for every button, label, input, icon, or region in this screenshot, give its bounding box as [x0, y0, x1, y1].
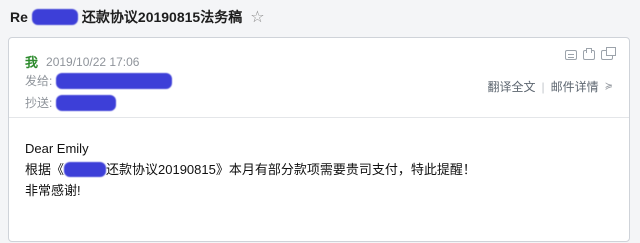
mail-header: 我 2019/10/22 17:06 发给: 抄送: 翻译全文 | 邮件详情 ≽	[9, 38, 629, 150]
action-separator: |	[541, 79, 545, 94]
print-icon[interactable]	[583, 48, 595, 60]
translate-link[interactable]: 翻译全文	[487, 78, 535, 95]
document-icon[interactable]	[565, 50, 577, 60]
header-actions: 翻译全文 | 邮件详情 ≽	[487, 78, 613, 95]
toolbar-icons	[565, 47, 616, 60]
subject-text: 还款协议20190815法务稿	[81, 9, 243, 25]
sender-line: 我 2019/10/22 17:06	[25, 52, 139, 71]
details-link[interactable]: 邮件详情	[551, 78, 599, 95]
body-greeting: Dear Emily	[25, 141, 89, 156]
body-thanks: 非常感谢!	[25, 183, 81, 198]
body-line-2: 根据《 还款协议20190815》本月有部分款项需要贵司支付，特此提醒！	[25, 159, 613, 180]
to-field: 发给:	[25, 72, 173, 89]
mail-card: 我 2019/10/22 17:06 发给: 抄送: 翻译全文 | 邮件详情 ≽…	[8, 37, 630, 242]
new-window-icon[interactable]	[601, 47, 616, 60]
redaction-subject	[31, 9, 78, 25]
star-icon[interactable]: ☆	[250, 7, 264, 27]
sent-datetime: 2019/10/22 17:06	[46, 54, 140, 69]
chevron-down-icon[interactable]: ≽	[605, 81, 613, 92]
body-line-2-start: 根据《	[25, 162, 65, 177]
mail-subject: Re 还款协议20190815法务稿 ☆	[10, 6, 265, 28]
body-line-2-end: 还款协议20190815》本月有部分款项需要贵司支付，特此提醒！	[106, 162, 476, 177]
cc-field: 抄送:	[25, 94, 117, 111]
redaction-recipient	[56, 72, 173, 89]
cc-label: 抄送:	[25, 96, 53, 110]
to-label: 发给:	[25, 74, 53, 88]
redaction-body	[64, 162, 107, 177]
sender-me[interactable]: 我	[25, 52, 38, 71]
header-divider	[9, 117, 629, 118]
subject-prefix: Re	[10, 9, 28, 25]
mail-body: Dear Emily 根据《 还款协议20190815》本月有部分款项需要贵司支付…	[25, 138, 613, 201]
redaction-cc	[56, 94, 117, 111]
